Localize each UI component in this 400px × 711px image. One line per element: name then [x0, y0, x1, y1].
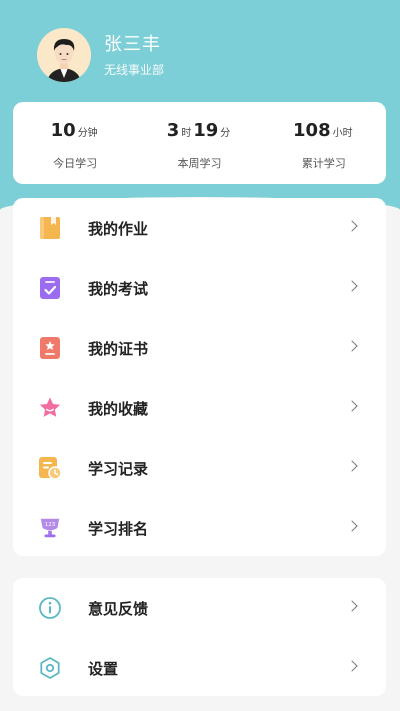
- settings-menu-card: 意见反馈 设置: [13, 578, 386, 696]
- star-icon: [38, 396, 62, 420]
- certificate-icon: [38, 336, 62, 360]
- stat-total-value: 108 小时: [262, 120, 386, 145]
- info-icon: [38, 596, 62, 620]
- chevron-right-icon: [346, 400, 358, 412]
- menu-item-exam[interactable]: 我的考试: [13, 258, 386, 318]
- study-stats-card: 10 分钟 今日学习 3 时 19 分 本周学习 108 小时 累计学习: [13, 102, 386, 184]
- menu-item-ranking[interactable]: 123 学习排名: [13, 498, 386, 558]
- chevron-right-icon: [346, 660, 358, 672]
- stat-total-unit: 小时: [332, 128, 353, 139]
- menu-item-homework[interactable]: 我的作业: [13, 198, 386, 258]
- stat-today-label: 今日学习: [53, 157, 98, 170]
- stat-week-hours-unit: 时: [181, 128, 192, 139]
- stat-week[interactable]: 3 时 19 分 本周学习: [137, 102, 261, 184]
- menu-label-settings: 设置: [88, 659, 119, 678]
- settings-hexagon-icon: [38, 656, 62, 680]
- chevron-right-icon: [346, 280, 358, 292]
- user-name: 张三丰: [104, 33, 161, 55]
- homework-book-icon: [38, 216, 62, 240]
- user-profile[interactable]: 张三丰 无线事业部: [37, 28, 164, 82]
- menu-label-favorites: 我的收藏: [88, 399, 149, 418]
- stat-total-number: 108: [293, 120, 331, 141]
- chevron-right-icon: [346, 520, 358, 532]
- chevron-right-icon: [346, 340, 358, 352]
- stat-today-unit: 分钟: [77, 128, 98, 139]
- stat-total[interactable]: 108 小时 累计学习: [262, 102, 386, 184]
- stat-total-label: 累计学习: [301, 157, 346, 170]
- menu-label-feedback: 意见反馈: [88, 599, 149, 618]
- stat-today-number: 10: [50, 120, 76, 141]
- stat-week-minutes-unit: 分: [220, 128, 231, 139]
- stat-week-minutes: 19: [193, 120, 219, 141]
- stat-week-label: 本周学习: [177, 157, 222, 170]
- learning-record-icon: [38, 456, 62, 480]
- menu-item-certificate[interactable]: 我的证书: [13, 318, 386, 378]
- stat-today-value: 10 分钟: [13, 120, 137, 145]
- ranking-trophy-icon: 123: [38, 516, 62, 540]
- stat-week-hours: 3: [166, 120, 180, 141]
- user-info: 张三丰 无线事业部: [104, 33, 164, 78]
- stat-today[interactable]: 10 分钟 今日学习: [13, 102, 137, 184]
- avatar[interactable]: [37, 28, 91, 82]
- main-menu-card: 我的作业 我的考试 我的证书 我的收藏 学习记录 123 学习排名: [13, 198, 386, 556]
- menu-item-records[interactable]: 学习记录: [13, 438, 386, 498]
- svg-text:123: 123: [45, 522, 56, 528]
- avatar-man-icon: [47, 39, 81, 82]
- menu-label-homework: 我的作业: [88, 219, 149, 238]
- menu-label-records: 学习记录: [88, 459, 149, 478]
- menu-item-settings[interactable]: 设置: [13, 638, 386, 698]
- menu-item-favorites[interactable]: 我的收藏: [13, 378, 386, 438]
- user-department: 无线事业部: [104, 62, 165, 77]
- menu-label-ranking: 学习排名: [88, 519, 149, 538]
- chevron-right-icon: [346, 220, 358, 232]
- exam-check-icon: [38, 276, 62, 300]
- chevron-right-icon: [346, 600, 358, 612]
- menu-label-certificate: 我的证书: [88, 339, 149, 358]
- stat-week-value: 3 时 19 分: [137, 120, 261, 145]
- menu-label-exam: 我的考试: [88, 279, 149, 298]
- chevron-right-icon: [346, 460, 358, 472]
- menu-item-feedback[interactable]: 意见反馈: [13, 578, 386, 638]
